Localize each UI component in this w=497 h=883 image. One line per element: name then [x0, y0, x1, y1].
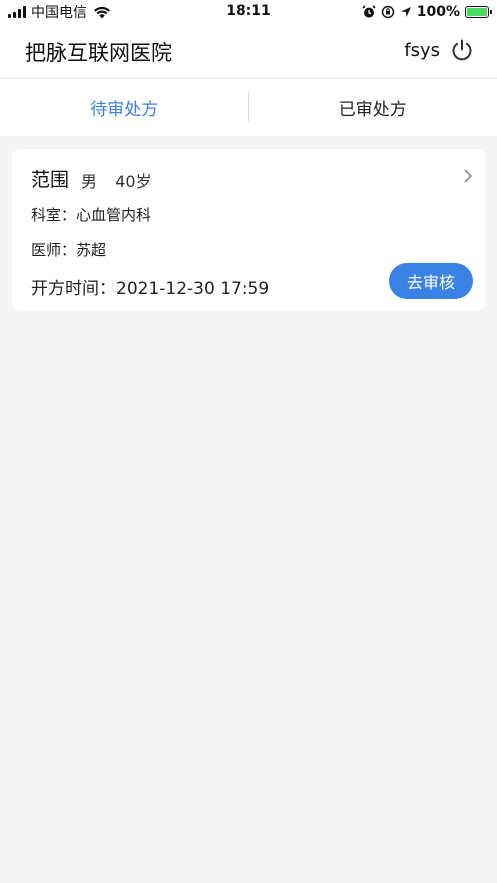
- alarm-icon: [362, 5, 376, 18]
- patient-meta: 男 40岁: [81, 168, 152, 192]
- patient-name: 范围: [31, 169, 70, 191]
- prescribe-time-value: 2021-12-30 17:59: [116, 279, 270, 299]
- status-right: 100%: [362, 3, 492, 21]
- tab-reviewed[interactable]: 已审处方: [249, 79, 497, 136]
- app-header: 把脉互联网医院 fsys: [0, 24, 497, 78]
- battery-icon: [465, 6, 492, 18]
- status-bar: 中国电信 18:11 100%: [0, 0, 497, 24]
- department-row: 科室：心血管内科: [31, 204, 151, 225]
- patient-gender: 男: [81, 172, 98, 191]
- tab-pending[interactable]: 待审处方: [0, 79, 249, 136]
- battery-percent: 100%: [416, 4, 460, 20]
- rotation-lock-icon: [381, 5, 394, 19]
- chevron-right-icon[interactable]: [462, 168, 474, 184]
- doctor-value: 苏超: [76, 241, 107, 259]
- doctor-row: 医师：苏超: [31, 239, 106, 260]
- department-value: 心血管内科: [76, 206, 152, 224]
- prescribe-time-row: 开方时间：2021-12-30 17:59: [31, 274, 269, 299]
- prescribe-time-label: 开方时间：: [31, 279, 116, 299]
- patient-age: 40岁: [115, 172, 152, 191]
- tab-bar: 待审处方 已审处方: [0, 79, 497, 136]
- power-icon[interactable]: [450, 38, 474, 62]
- doctor-label: 医师：: [31, 241, 77, 259]
- tab-divider: [248, 92, 249, 122]
- app-title: 把脉互联网医院: [25, 41, 172, 65]
- location-icon: [400, 7, 411, 17]
- review-button[interactable]: 去审核: [389, 263, 473, 299]
- prescription-card[interactable]: 范围 男 40岁 科室：心血管内科 医师：苏超 开方时间：2021-12-30 …: [12, 149, 485, 311]
- username: fsys: [404, 40, 440, 61]
- department-label: 科室：: [31, 206, 77, 224]
